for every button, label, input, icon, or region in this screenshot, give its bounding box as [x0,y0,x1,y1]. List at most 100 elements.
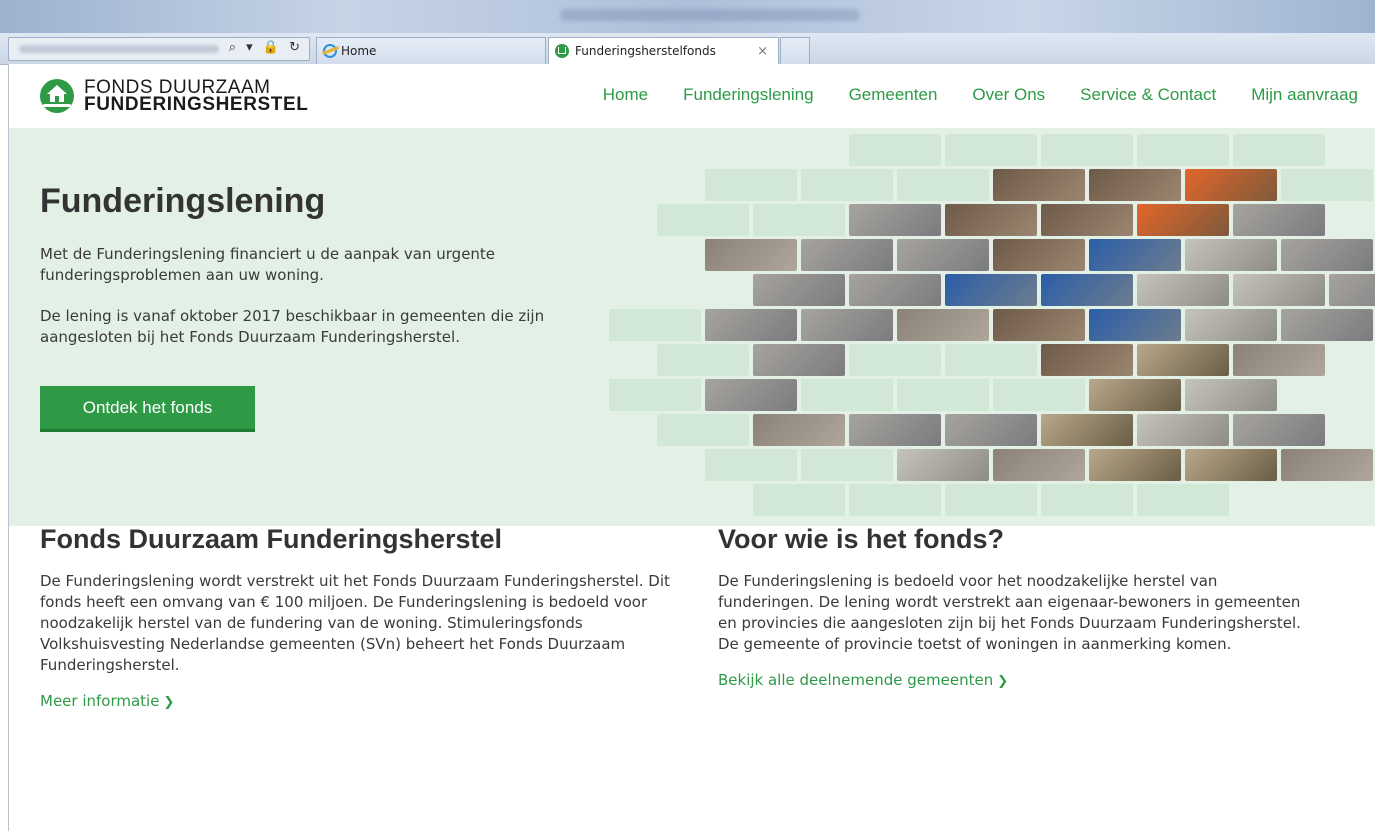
hero-paragraph-1: Met de Funderingslening financiert u de … [40,245,496,284]
ontdek-het-fonds-button[interactable]: Ontdek het fonds [40,386,255,432]
collage-brick [993,449,1085,481]
collage-brick [1137,204,1229,236]
chevron-right-icon: ❯ [997,674,1009,689]
collage-brick [1233,344,1325,376]
collage-brick [1233,204,1325,236]
chevron-right-icon: ❯ [163,695,175,710]
collage-brick [753,204,845,236]
hero-title: Funderingslening [40,182,326,220]
tab-home-label: Home [341,44,377,58]
collage-brick [945,274,1037,306]
nav-over-ons[interactable]: Over Ons [972,85,1045,105]
collage-brick [705,309,797,341]
collage-brick [657,204,749,236]
section-fonds-title: Fonds Duurzaam Funderingsherstel [40,524,503,554]
collage-brick [945,134,1037,166]
collage-brick [1041,414,1133,446]
meer-informatie-link[interactable]: Meer informatie ❯ [40,692,174,710]
address-bar[interactable]: ⌕ ▾ 🔒 ↻ [8,37,310,61]
house-logo-icon [40,79,74,113]
section-fonds: Fonds Duurzaam Funderingsherstel De Fund… [40,524,670,710]
collage-brick [1281,169,1373,201]
collage-brick [753,274,845,306]
collage-brick [801,309,893,341]
collage-brick [1041,274,1133,306]
collage-brick [945,204,1037,236]
collage-brick [1281,239,1373,271]
address-controls[interactable]: ⌕ ▾ 🔒 ↻ [229,40,303,55]
collage-brick [609,309,701,341]
nav-home[interactable]: Home [603,85,648,105]
meer-informatie-label: Meer informatie [40,692,160,710]
close-tab-icon[interactable]: × [757,44,768,59]
collage-brick [1233,134,1325,166]
collage-brick [1137,414,1229,446]
collage-brick [1041,134,1133,166]
ie-icon [323,44,337,58]
hero-banner: Funderingslening Met de Funderingslening… [9,128,1375,526]
collage-brick [1233,414,1325,446]
collage-brick [1137,344,1229,376]
collage-brick [1089,449,1181,481]
tab-funderingsherstelfonds[interactable]: Funderingsherstelfonds × [548,37,779,64]
collage-brick [705,239,797,271]
collage-brick [945,484,1037,516]
nav-mijn-aanvraag[interactable]: Mijn aanvraag [1251,85,1358,105]
collage-brick [753,414,845,446]
site-logo[interactable]: FONDS DUURZAAM FUNDERINGSHERSTEL [40,78,309,114]
nav-gemeenten[interactable]: Gemeenten [849,85,938,105]
collage-brick [705,379,797,411]
collage-brick [1041,484,1133,516]
collage-brick [945,414,1037,446]
collage-brick [1041,204,1133,236]
collage-brick [849,134,941,166]
collage-brick [801,239,893,271]
collage-brick [897,379,989,411]
collage-brick [849,274,941,306]
collage-brick [1089,309,1181,341]
section-voor-wie-title: Voor wie is het fonds? [718,524,1005,554]
nav-service-contact[interactable]: Service & Contact [1080,85,1216,105]
collage-brick [753,344,845,376]
collage-brick [1281,309,1373,341]
collage-brick [993,309,1085,341]
tab-home[interactable]: Home [316,37,546,64]
collage-brick [801,169,893,201]
bekijk-gemeenten-link[interactable]: Bekijk alle deelnemende gemeenten ❯ [718,671,1008,689]
collage-brick [1137,484,1229,516]
collage-brick [1137,134,1229,166]
collage-brick [657,344,749,376]
collage-brick [849,344,941,376]
collage-brick [1329,274,1375,306]
address-text-blurred [19,45,219,53]
section-voor-wie: Voor wie is het fonds? De Funderingsleni… [718,524,1318,689]
collage-brick [1185,449,1277,481]
section-fonds-body: De Funderingslening wordt verstrekt uit … [40,572,670,674]
collage-brick [657,414,749,446]
tab-active-label: Funderingsherstelfonds [575,44,716,58]
collage-brick [1089,239,1181,271]
site-header: FONDS DUURZAAM FUNDERINGSHERSTEL Home Fu… [9,64,1375,128]
collage-brick [1185,379,1277,411]
collage-brick [1185,239,1277,271]
collage-brick [801,449,893,481]
nav-funderingslening[interactable]: Funderingslening [683,85,813,105]
collage-brick [609,379,701,411]
collage-brick [1281,449,1373,481]
collage-brick [897,449,989,481]
collage-brick [753,484,845,516]
collage-brick [993,239,1085,271]
collage-brick [993,169,1085,201]
collage-brick [1089,379,1181,411]
collage-brick [1137,274,1229,306]
new-tab-button[interactable] [780,37,810,64]
collage-brick [849,204,941,236]
hero-paragraph-2: De lening is vanaf oktober 2017 beschikb… [40,307,545,346]
collage-brick [897,169,989,201]
window-titlebar [0,0,1375,33]
browser-tab-bar: ⌕ ▾ 🔒 ↻ Home Funderingsherstelfonds × [0,33,1375,65]
collage-brick [897,309,989,341]
web-page: FONDS DUURZAAM FUNDERINGSHERSTEL Home Fu… [8,64,1375,831]
collage-brick [1041,344,1133,376]
main-nav: Home Funderingslening Gemeenten Over Ons… [603,85,1358,105]
